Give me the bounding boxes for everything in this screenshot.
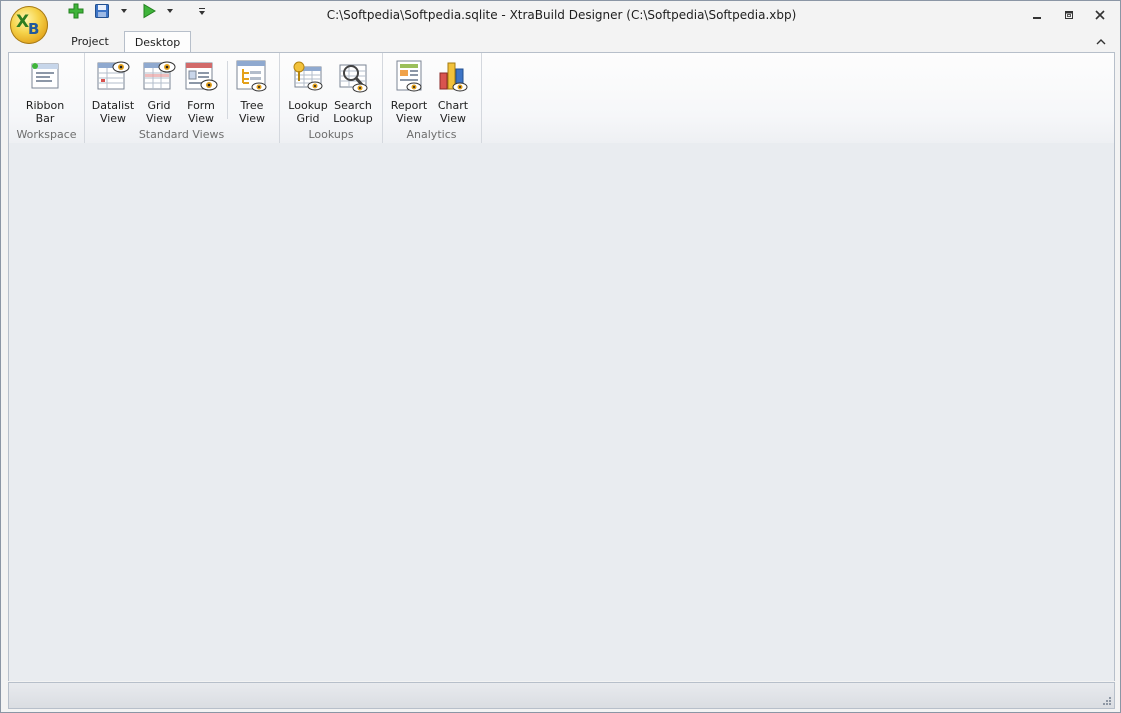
restore-icon (1065, 11, 1073, 19)
tab-desktop[interactable]: Desktop (124, 31, 191, 54)
chart-view-button[interactable]: Chart View (430, 57, 476, 127)
group-caption-workspace: Workspace (16, 128, 77, 141)
ribbon-bar-icon (28, 59, 62, 93)
lookup-grid-icon (291, 59, 325, 93)
search-lookup-label-2: Lookup (333, 112, 373, 125)
add-icon (68, 3, 84, 19)
datalist-view-label-1: Datalist (91, 99, 135, 112)
grid-view-button[interactable]: Grid View (136, 57, 182, 127)
group-lookups: Lookup Grid Search Lookup Lookups (280, 53, 383, 143)
restore-button[interactable] (1059, 7, 1079, 23)
save-dropdown-button[interactable] (118, 1, 130, 21)
report-view-icon (392, 59, 426, 93)
ribbon-tab-row: Project Desktop (1, 31, 1120, 54)
workspace-area (8, 143, 1115, 681)
form-view-label-2: View (187, 112, 215, 125)
resize-grip[interactable] (1101, 695, 1111, 705)
group-caption-standard-views: Standard Views (138, 128, 225, 141)
tree-view-button[interactable]: Tree View (229, 57, 275, 127)
grid-view-label-2: View (145, 112, 173, 125)
tree-view-label-1: Tree (240, 99, 264, 112)
datalist-view-icon (96, 59, 130, 93)
group-caption-analytics: Analytics (406, 128, 457, 141)
ribbon-bar-label-1: Ribbon (25, 99, 65, 112)
chevron-down-icon (121, 9, 127, 13)
lookup-grid-button[interactable]: Lookup Grid (285, 57, 331, 127)
title-bar: X B C:\Softpedia\Softpedia.sqlite - Xtra… (1, 1, 1120, 44)
chart-view-label-2: View (439, 112, 467, 125)
ribbon-bar-label-2: Bar (35, 112, 55, 125)
chart-view-icon (436, 59, 470, 93)
chevron-down-icon (167, 9, 173, 13)
group-standard-views: Datalist View Grid View Form View Tree V… (84, 53, 280, 143)
run-icon (143, 3, 156, 19)
close-button[interactable] (1090, 7, 1110, 23)
lookup-grid-label-1: Lookup (288, 99, 328, 112)
group-caption-lookups: Lookups (308, 128, 354, 141)
report-view-button[interactable]: Report View (386, 57, 432, 127)
close-icon (1095, 10, 1105, 20)
run-button[interactable] (139, 1, 159, 21)
datalist-view-button[interactable]: Datalist View (90, 57, 136, 127)
ribbon-bar-button[interactable]: Ribbon Bar (22, 57, 68, 127)
customize-icon (199, 7, 205, 15)
ribbon-panel: Ribbon Bar Workspace Datalist View Grid … (8, 52, 1115, 144)
group-divider (227, 61, 228, 119)
group-workspace: Ribbon Bar Workspace (9, 53, 85, 143)
save-button[interactable] (92, 1, 112, 21)
report-view-label-1: Report (390, 99, 428, 112)
form-view-button[interactable]: Form View (178, 57, 224, 127)
search-lookup-button[interactable]: Search Lookup (330, 57, 376, 127)
report-view-label-2: View (395, 112, 423, 125)
chevron-up-icon (1096, 39, 1106, 45)
chart-view-label-1: Chart (437, 99, 469, 112)
datalist-view-label-2: View (99, 112, 127, 125)
form-view-label-1: Form (187, 99, 215, 112)
status-bar (8, 682, 1115, 709)
app-window: X B C:\Softpedia\Softpedia.sqlite - Xtra… (0, 0, 1121, 713)
minimize-icon (1033, 17, 1041, 19)
form-view-icon (184, 59, 218, 93)
tree-view-label-2: View (238, 112, 266, 125)
customize-qat-button[interactable] (195, 1, 209, 21)
tab-project[interactable]: Project (61, 31, 119, 53)
search-lookup-label-1: Search (334, 99, 372, 112)
group-analytics: Report View Chart View Analytics (382, 53, 482, 143)
resize-grip-icon (1103, 697, 1111, 705)
add-button[interactable] (66, 1, 86, 21)
grid-view-icon (142, 59, 176, 93)
collapse-ribbon-button[interactable] (1091, 34, 1111, 50)
minimize-button[interactable] (1027, 7, 1047, 23)
lookup-grid-label-2: Grid (296, 112, 320, 125)
search-lookup-icon (336, 59, 370, 93)
run-dropdown-button[interactable] (164, 1, 176, 21)
grid-view-label-1: Grid (147, 99, 171, 112)
tree-view-icon (235, 59, 269, 93)
save-icon (95, 4, 109, 18)
